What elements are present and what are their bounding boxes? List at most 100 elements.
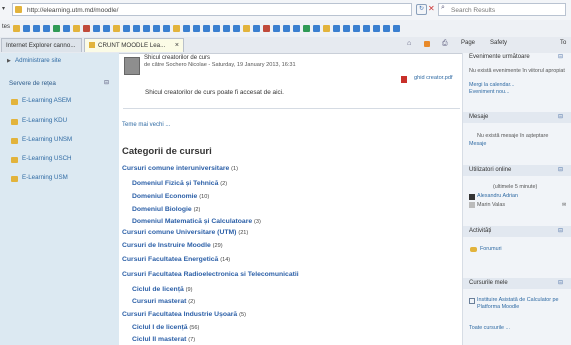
category-link[interactable]: Cursuri masterat (2) bbox=[132, 298, 195, 305]
favorite-icon[interactable] bbox=[13, 25, 20, 32]
block-toggle-icon[interactable]: ⊟ bbox=[558, 166, 563, 173]
favorite-icon[interactable] bbox=[183, 25, 190, 32]
favorite-icon[interactable] bbox=[33, 25, 40, 32]
favorite-icon[interactable] bbox=[93, 25, 100, 32]
favorite-icon[interactable] bbox=[243, 25, 250, 32]
safety-menu[interactable]: Safety bbox=[490, 40, 507, 46]
category-link[interactable]: Ciclul de licență (9) bbox=[132, 286, 192, 293]
favorite-icon[interactable] bbox=[263, 25, 270, 32]
message-icon[interactable]: ✉ bbox=[562, 202, 566, 208]
favorite-icon[interactable] bbox=[333, 25, 340, 32]
browser-tab[interactable]: Internet Explorer canno... bbox=[1, 38, 82, 52]
refresh-icon[interactable]: ↻ bbox=[416, 4, 427, 15]
category-link[interactable]: Cursuri Facultatea Energetică (14) bbox=[122, 256, 230, 263]
favorite-icon[interactable] bbox=[173, 25, 180, 32]
address-bar: ▾ http://elearning.utm.md/moodle/ ↻ ✕ Se… bbox=[0, 0, 571, 21]
category-link[interactable]: Domeniul Biologie (2) bbox=[132, 206, 200, 213]
search-input[interactable]: Search Results bbox=[438, 3, 566, 16]
category-link[interactable]: Ciclul I de licență (56) bbox=[132, 324, 199, 331]
pdf-icon bbox=[401, 76, 407, 83]
favorite-icon[interactable] bbox=[363, 25, 370, 32]
forums-link[interactable]: Forumuri bbox=[480, 246, 502, 252]
favorite-icon[interactable] bbox=[103, 25, 110, 32]
favorite-icon[interactable] bbox=[63, 25, 70, 32]
older-topics-link[interactable]: Teme mai vechi ... bbox=[122, 122, 170, 128]
home-icon[interactable]: ⌂ bbox=[407, 40, 411, 47]
chevron-down-icon[interactable]: ▾ bbox=[2, 5, 5, 12]
category-link[interactable]: Domeniul Economie (10) bbox=[132, 193, 209, 200]
favorite-icon[interactable] bbox=[123, 25, 130, 32]
url-field[interactable]: http://elearning.utm.md/moodle/ bbox=[12, 3, 412, 16]
close-icon[interactable]: × bbox=[175, 39, 179, 52]
category-link[interactable]: Cursuri Facultatea Industrie Ușoară (5) bbox=[122, 311, 246, 318]
favorite-icon[interactable] bbox=[253, 25, 260, 32]
favorite-icon[interactable] bbox=[343, 25, 350, 32]
favorite-icon[interactable] bbox=[213, 25, 220, 32]
favorite-icon[interactable] bbox=[373, 25, 380, 32]
category-link[interactable]: Domeniul Matematică și Calculatoare (3) bbox=[132, 218, 261, 225]
block-toggle-icon[interactable]: ⊟ bbox=[558, 227, 563, 234]
favorite-icon[interactable] bbox=[223, 25, 230, 32]
new-event-link[interactable]: Eveniment nou... bbox=[469, 89, 509, 95]
server-link[interactable]: E-Learning UNSM bbox=[22, 136, 72, 143]
server-icon bbox=[11, 138, 18, 144]
favorite-icon[interactable] bbox=[293, 25, 300, 32]
favorite-icon[interactable] bbox=[133, 25, 140, 32]
category-link[interactable]: Ciclul II masterat (7) bbox=[132, 336, 195, 343]
divider bbox=[123, 108, 460, 109]
tools-menu[interactable]: To bbox=[560, 40, 566, 46]
favorite-icon[interactable] bbox=[83, 25, 90, 32]
server-link[interactable]: E-Learning KDU bbox=[22, 117, 67, 124]
server-link[interactable]: E-Learning USCH bbox=[22, 155, 72, 162]
favorite-icon[interactable] bbox=[73, 25, 80, 32]
category-link[interactable]: Domeniul Fizică și Tehnică (2) bbox=[132, 180, 227, 187]
block-toggle-icon[interactable]: ⊟ bbox=[558, 113, 563, 120]
category-link[interactable]: Cursuri comune Universitare (UTM) (21) bbox=[122, 229, 248, 236]
favorite-icon[interactable] bbox=[113, 25, 120, 32]
server-link[interactable]: E-Learning ASEM bbox=[22, 97, 71, 104]
category-link[interactable]: Cursuri Facultatea Radioelectronica si T… bbox=[122, 271, 299, 278]
favorite-icon[interactable] bbox=[233, 25, 240, 32]
category-link[interactable]: Cursuri de Instruire Moodle (29) bbox=[122, 242, 223, 249]
browser-tab-active[interactable]: CRUNT MOODLE Lea... × bbox=[84, 38, 184, 52]
favorite-icon[interactable] bbox=[43, 25, 50, 32]
favorite-icon[interactable] bbox=[53, 25, 60, 32]
all-courses-link[interactable]: Toate cursurile ... bbox=[469, 325, 510, 331]
messages-link[interactable]: Mesaje bbox=[469, 141, 486, 147]
favorite-icon[interactable] bbox=[383, 25, 390, 32]
favorite-icon[interactable] bbox=[153, 25, 160, 32]
category-link[interactable]: Cursuri comune interuniversitare (1) bbox=[122, 165, 238, 172]
users-subtitle: (ultimele 5 minute) bbox=[493, 184, 538, 190]
favorite-icon[interactable] bbox=[283, 25, 290, 32]
favorite-icon[interactable] bbox=[353, 25, 360, 32]
attachment-link[interactable]: ghid creator.pdf bbox=[414, 75, 453, 81]
favorites-label: tes bbox=[2, 24, 11, 30]
favorite-icon[interactable] bbox=[23, 25, 30, 32]
course-link[interactable]: Instituire Asistată de Calculator pe Pla… bbox=[477, 297, 569, 310]
stop-icon[interactable]: ✕ bbox=[428, 4, 435, 13]
events-empty-text: Nu există evenimente în viitorul apropia… bbox=[469, 68, 565, 74]
news-title: Shicul creatorilor de curs bbox=[144, 55, 211, 61]
online-user-link[interactable]: Marin Valas bbox=[477, 202, 505, 208]
favorite-icon[interactable] bbox=[163, 25, 170, 32]
admin-site-link[interactable]: Administrare site bbox=[15, 57, 61, 64]
messages-block-title: Mesaje bbox=[469, 114, 489, 120]
favorite-icon[interactable] bbox=[393, 25, 400, 32]
server-link[interactable]: E-Learning USM bbox=[22, 174, 68, 181]
online-user-link[interactable]: Alexandru Adrian bbox=[477, 193, 518, 199]
favorite-icon[interactable] bbox=[303, 25, 310, 32]
print-icon[interactable]: ⎙ bbox=[442, 40, 448, 48]
search-icon[interactable]: ⌕ bbox=[441, 4, 445, 12]
favorite-icon[interactable] bbox=[273, 25, 280, 32]
favorite-icon[interactable] bbox=[193, 25, 200, 32]
favorite-icon[interactable] bbox=[203, 25, 210, 32]
block-toggle-icon[interactable]: ⊟ bbox=[558, 279, 563, 286]
block-toggle-icon[interactable]: ⊟ bbox=[104, 79, 109, 86]
page-menu[interactable]: Page bbox=[461, 40, 475, 46]
block-toggle-icon[interactable]: ⊟ bbox=[558, 53, 563, 60]
favorite-icon[interactable] bbox=[313, 25, 320, 32]
favorite-icon[interactable] bbox=[323, 25, 330, 32]
calendar-link[interactable]: Mergi la calendar... bbox=[469, 82, 515, 88]
feeds-icon[interactable] bbox=[424, 41, 430, 47]
favorite-icon[interactable] bbox=[143, 25, 150, 32]
